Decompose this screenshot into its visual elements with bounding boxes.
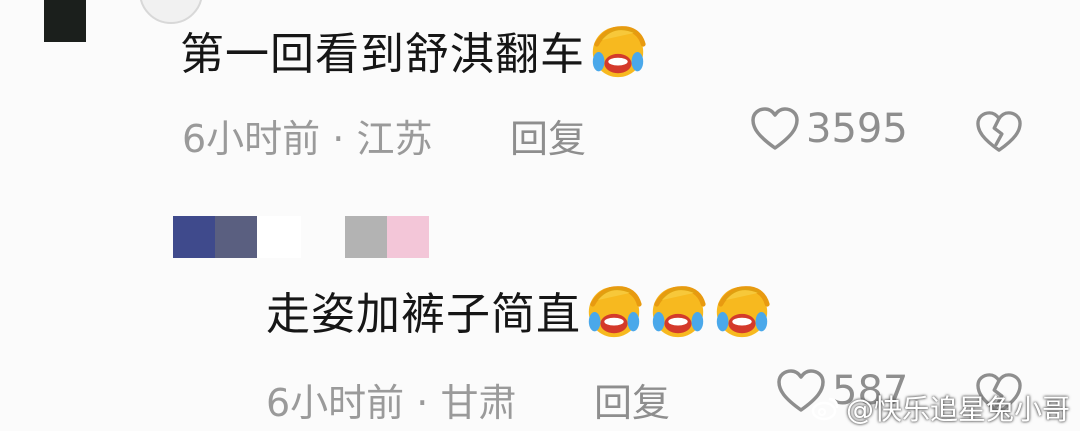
avatar-image bbox=[44, 0, 86, 42]
heart-icon bbox=[751, 107, 799, 150]
watermark: @快乐追星兔小哥 bbox=[810, 388, 1070, 428]
reply-username[interactable] bbox=[173, 216, 429, 258]
rofl-face-icon bbox=[592, 26, 646, 78]
meta-separator: · bbox=[416, 381, 429, 425]
comment-location: 江苏 bbox=[356, 117, 433, 161]
watermark-text: @快乐追星兔小哥 bbox=[845, 393, 1070, 426]
rofl-face-icon bbox=[588, 286, 642, 338]
like-count: 3595 bbox=[806, 106, 908, 152]
comment-body: 第一回看到舒淇翻车 bbox=[180, 18, 649, 82]
reply-button[interactable]: 回复 bbox=[594, 372, 670, 427]
comment-thread: 第一回看到舒淇翻车 6小时前 · 江苏 回复 3595 走姿加裤子简直 6小时前… bbox=[0, 0, 1080, 431]
reply-body: 走姿加裤子简直 bbox=[266, 278, 773, 342]
comment-time: 6小时前 bbox=[182, 117, 321, 161]
broken-heart-icon[interactable] bbox=[975, 110, 1023, 154]
avatar[interactable] bbox=[44, 0, 203, 44]
reply-location: 甘肃 bbox=[440, 381, 517, 425]
reply-time: 6小时前 bbox=[266, 381, 405, 425]
reply-text: 走姿加裤子简直 bbox=[266, 289, 581, 340]
like-button[interactable]: 3595 bbox=[750, 106, 908, 152]
comment-meta: 6小时前 · 江苏 bbox=[182, 108, 432, 163]
meta-separator: · bbox=[332, 117, 345, 161]
rofl-face-icon bbox=[652, 286, 706, 338]
reply-meta: 6小时前 · 甘肃 bbox=[266, 372, 516, 427]
weibo-icon bbox=[811, 397, 839, 421]
reply-button[interactable]: 回复 bbox=[510, 108, 586, 163]
rofl-face-icon bbox=[716, 286, 770, 338]
comment-text: 第一回看到舒淇翻车 bbox=[180, 29, 585, 80]
